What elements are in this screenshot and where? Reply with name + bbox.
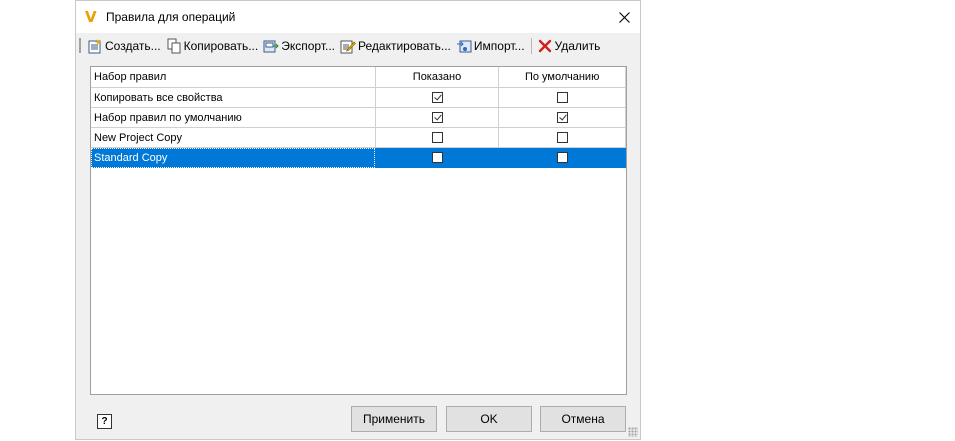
ok-button[interactable]: OK — [446, 406, 532, 432]
close-icon — [618, 11, 630, 23]
delete-button[interactable]: Удалить — [535, 36, 604, 56]
shown-checkbox[interactable] — [431, 152, 443, 164]
rules-grid[interactable]: Набор правил Показано По умолчанию Копир… — [90, 66, 627, 395]
copy-icon — [167, 38, 181, 53]
column-header-default[interactable]: По умолчанию — [498, 67, 626, 88]
new-document-icon — [88, 38, 101, 53]
dialog-title: Правила для операций — [106, 10, 236, 24]
rule-set-name[interactable]: Standard Copy — [91, 147, 376, 168]
help-button[interactable]: ? — [97, 414, 112, 429]
rule-set-name[interactable]: New Project Copy — [91, 127, 376, 148]
rules-dialog: V Правила для операций Создать... Копиро… — [75, 0, 641, 440]
create-button[interactable]: Создать... — [85, 36, 164, 56]
close-button[interactable] — [608, 1, 640, 33]
edit-label: Редактировать... — [358, 38, 451, 53]
default-checkbox[interactable] — [556, 132, 568, 144]
shown-checkbox[interactable] — [431, 92, 443, 104]
import-icon — [456, 40, 472, 52]
shown-checkbox[interactable] — [431, 112, 443, 124]
default-checkbox[interactable] — [556, 152, 568, 164]
table-row[interactable]: Копировать все свойства — [91, 87, 626, 108]
default-checkbox[interactable] — [556, 112, 568, 124]
column-header-rule-set[interactable]: Набор правил — [91, 67, 376, 88]
toolbar-separator — [530, 37, 532, 54]
app-logo-icon: V — [85, 8, 97, 26]
export-button[interactable]: Экспорт... — [261, 36, 338, 56]
table-row[interactable]: New Project Copy — [91, 127, 626, 148]
apply-button[interactable]: Применить — [351, 406, 437, 432]
import-label: Импорт... — [473, 38, 525, 53]
import-button[interactable]: Импорт... — [454, 36, 528, 56]
delete-icon — [538, 39, 551, 52]
rule-set-name[interactable]: Копировать все свойства — [91, 87, 376, 108]
grid-header-row: Набор правил Показано По умолчанию — [91, 67, 626, 88]
resize-grip[interactable] — [628, 427, 638, 437]
toolbar-grip[interactable] — [79, 38, 81, 53]
export-label: Экспорт... — [281, 38, 335, 53]
default-checkbox[interactable] — [556, 92, 568, 104]
copy-label: Копировать... — [183, 38, 259, 53]
shown-checkbox[interactable] — [431, 132, 443, 144]
copy-button[interactable]: Копировать... — [164, 36, 262, 56]
table-row[interactable]: Набор правил по умолчанию — [91, 107, 626, 128]
table-row-selected[interactable]: Standard Copy — [91, 147, 626, 168]
column-header-shown[interactable]: Показано — [375, 67, 500, 88]
cancel-button[interactable]: Отмена — [540, 406, 626, 432]
title-bar[interactable]: V Правила для операций — [76, 1, 640, 33]
edit-button[interactable]: Редактировать... — [338, 36, 454, 56]
toolbar: Создать... Копировать... Экспорт... Реда… — [76, 34, 640, 57]
edit-icon — [340, 40, 356, 53]
create-label: Создать... — [105, 38, 161, 53]
rule-set-name[interactable]: Набор правил по умолчанию — [91, 107, 376, 128]
delete-label: Удалить — [554, 38, 601, 53]
export-icon — [263, 40, 279, 52]
